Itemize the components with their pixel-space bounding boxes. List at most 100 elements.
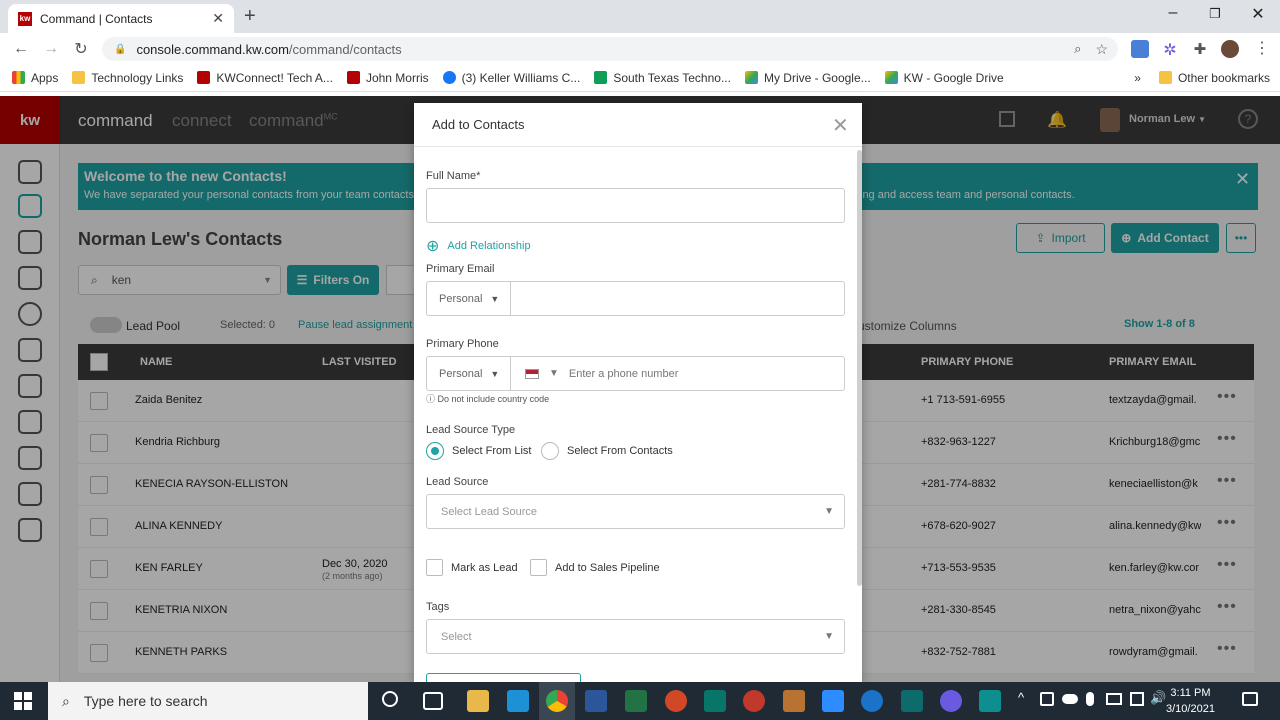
bookmark-kw-drive[interactable]: KW - Google Drive xyxy=(884,71,1004,85)
tray-device-icon[interactable] xyxy=(1040,692,1054,706)
notifications-icon[interactable] xyxy=(1242,692,1258,706)
paint-icon[interactable] xyxy=(743,690,765,712)
plus-circle-icon: ⊕ xyxy=(426,238,440,255)
clock[interactable]: 3:11 PM 3/10/2021 xyxy=(1166,685,1215,717)
radio-select-from-list[interactable]: Select From List xyxy=(426,442,531,460)
checkbox-icon xyxy=(530,559,547,576)
tags-select[interactable]: Select ▼ xyxy=(426,619,845,654)
excel-icon[interactable] xyxy=(625,690,647,712)
gear-extension-icon[interactable]: ✲ xyxy=(1161,40,1179,59)
app-icon-2[interactable] xyxy=(979,690,1001,712)
chevron-down-icon: ▼ xyxy=(490,368,500,379)
bookmark-technology-links[interactable]: Technology Links xyxy=(72,71,183,85)
network-icon[interactable] xyxy=(1130,692,1144,706)
restore-icon[interactable]: ❐ xyxy=(1200,6,1230,22)
info-icon: ⓘ xyxy=(426,394,436,404)
close-modal-icon[interactable]: ✕ xyxy=(832,113,849,138)
more-bookmarks-icon[interactable]: » xyxy=(1134,71,1141,85)
battery-icon[interactable] xyxy=(1106,693,1122,705)
chevron-down-icon: ▼ xyxy=(490,293,500,304)
bookmarks-bar: Apps Technology Links KWConnect! Tech A.… xyxy=(0,64,1280,92)
chevron-down-icon[interactable]: ▼ xyxy=(549,368,559,379)
phone-type-select[interactable]: Personal ▼ xyxy=(426,356,511,391)
full-name-label: Full Name* xyxy=(426,170,481,182)
add-contact-modal: Add to Contacts ✕ Full Name* ⊕ Add Relati… xyxy=(414,103,862,682)
reload-icon[interactable]: ↻ xyxy=(66,39,96,59)
minimize-icon[interactable]: – xyxy=(1158,4,1188,22)
back-icon[interactable]: ← xyxy=(6,40,36,58)
menu-kebab-icon[interactable]: ⋮ xyxy=(1254,38,1270,58)
primary-phone-label: Primary Phone xyxy=(426,338,499,350)
checkbox-icon xyxy=(426,559,443,576)
url-path: /command/contacts xyxy=(288,41,402,57)
email-input[interactable] xyxy=(510,281,845,316)
chevron-down-icon: ▼ xyxy=(824,506,834,517)
task-view-icon[interactable] xyxy=(423,692,443,710)
phone-hint: ⓘ Do not include country code xyxy=(426,394,550,404)
full-name-input[interactable] xyxy=(426,188,845,223)
settings-app-icon[interactable] xyxy=(940,690,962,712)
calendar-extension-icon[interactable] xyxy=(1131,40,1149,58)
bookmark-south-texas[interactable]: South Texas Techno... xyxy=(594,71,731,85)
word-icon[interactable] xyxy=(585,690,607,712)
app-icon[interactable] xyxy=(901,690,923,712)
chrome-icon[interactable] xyxy=(546,690,568,712)
modal-header: Add to Contacts xyxy=(414,103,862,147)
apps-grid-icon xyxy=(12,71,25,84)
tool-icon[interactable] xyxy=(783,690,805,712)
search-icon: ⌕ xyxy=(62,692,70,709)
bookmark-my-drive[interactable]: My Drive - Google... xyxy=(744,71,871,85)
modal-scrollbar[interactable] xyxy=(857,150,862,586)
folder-icon xyxy=(72,71,86,84)
zoom-icon[interactable]: ⌕ xyxy=(1074,41,1081,57)
microphone-icon[interactable] xyxy=(1086,692,1094,706)
bookmark-apps[interactable]: Apps xyxy=(12,71,58,85)
lock-icon: 🔒 xyxy=(114,43,127,55)
address-bar[interactable]: 🔒 console.command.kw.com/command/contact… xyxy=(102,37,1118,61)
browser-tab[interactable]: kw Command | Contacts ✕ xyxy=(8,4,234,33)
profile-avatar[interactable] xyxy=(1221,40,1239,58)
add-relationship-link[interactable]: ⊕ Add Relationship xyxy=(426,236,531,256)
kw-icon xyxy=(197,71,211,84)
powerpoint-icon[interactable] xyxy=(665,690,687,712)
bookmark-keller-williams[interactable]: (3) Keller Williams C... xyxy=(442,71,580,85)
zoom-app-icon[interactable] xyxy=(822,690,844,712)
star-icon[interactable]: ☆ xyxy=(1095,41,1108,58)
url-host: console.command.kw.com xyxy=(136,41,289,57)
windows-start-icon[interactable] xyxy=(14,692,32,710)
tray-chevron-icon[interactable]: ^ xyxy=(1018,690,1024,705)
forward-icon[interactable]: → xyxy=(36,40,66,58)
close-window-icon[interactable]: ✕ xyxy=(1243,4,1273,24)
radio-empty-icon xyxy=(541,442,559,460)
taskbar-search[interactable]: ⌕ Type here to search xyxy=(48,682,368,720)
store-app-icon[interactable] xyxy=(507,690,529,712)
teamviewer-icon[interactable] xyxy=(861,690,883,712)
other-bookmarks[interactable]: Other bookmarks xyxy=(1158,71,1270,85)
drive-icon xyxy=(744,71,758,84)
email-type-select[interactable]: Personal ▼ xyxy=(426,281,511,316)
us-flag-icon xyxy=(525,368,539,379)
extensions-puzzle-icon[interactable]: ✚ xyxy=(1191,40,1209,58)
radio-select-from-contacts[interactable]: Select From Contacts xyxy=(541,442,673,460)
publisher-icon[interactable] xyxy=(704,690,726,712)
mark-as-lead-checkbox[interactable]: Mark as Lead xyxy=(426,559,518,576)
volume-icon[interactable]: 🔊 xyxy=(1150,690,1166,706)
kw-icon xyxy=(346,71,360,84)
kw-favicon-icon: kw xyxy=(18,11,32,26)
tags-label: Tags xyxy=(426,601,450,613)
facebook-icon xyxy=(442,71,456,84)
add-to-pipeline-checkbox[interactable]: Add to Sales Pipeline xyxy=(530,559,660,576)
lead-source-select[interactable]: Select Lead Source ▼ xyxy=(426,494,845,529)
close-tab-icon[interactable]: ✕ xyxy=(212,10,224,27)
bookmark-john-morris[interactable]: John Morris xyxy=(346,71,429,85)
bookmark-kwconnect[interactable]: KWConnect! Tech A... xyxy=(197,71,333,85)
lead-source-type-label: Lead Source Type xyxy=(426,424,516,436)
new-tab-icon[interactable]: + xyxy=(244,5,256,28)
cortana-icon[interactable] xyxy=(382,691,398,707)
phone-input[interactable]: ▼ Enter a phone number xyxy=(510,356,845,391)
onedrive-icon[interactable] xyxy=(1062,694,1078,704)
file-explorer-icon[interactable] xyxy=(467,690,489,712)
radio-selected-icon xyxy=(426,442,444,460)
save-button[interactable] xyxy=(426,673,581,682)
tab-title: Command | Contacts xyxy=(40,11,153,26)
